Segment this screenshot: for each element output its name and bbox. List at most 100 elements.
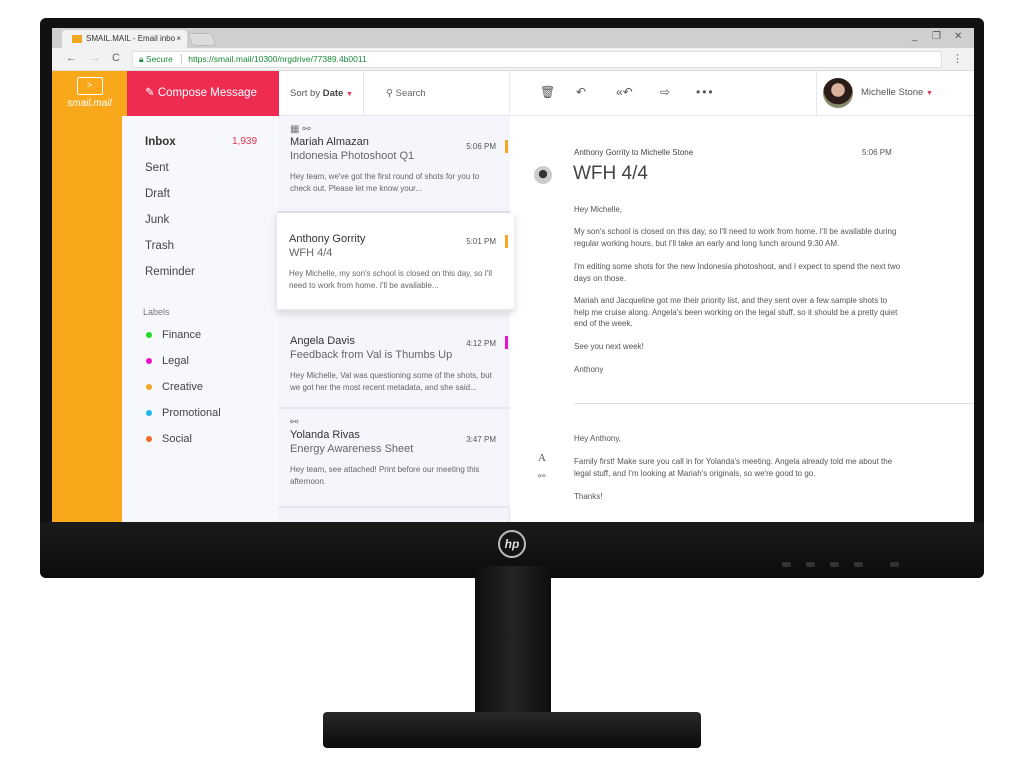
hp-logo: hp — [498, 530, 526, 558]
mail-app: > smail.mail ✎ Compose Message Inbox 1,9… — [52, 71, 974, 522]
folder-sent[interactable]: Sent — [145, 162, 169, 174]
mail-item[interactable]: ▦ ⚯ Mariah Almazan 5:06 PM Indonesia Pho… — [278, 116, 510, 213]
mail-preview: Hey team, we've got the first round of s… — [290, 172, 480, 193]
browser-tab[interactable]: SMAIL.MAIL - Email inbo × — [62, 30, 187, 48]
mail-time: 5:06 PM — [466, 142, 496, 151]
secure-label: Secure — [145, 54, 173, 64]
folder-reminder[interactable]: Reminder — [145, 266, 195, 278]
folder-inbox[interactable]: Inbox — [145, 136, 176, 148]
message-meta: Anthony Gorrity to Michelle Stone — [574, 148, 694, 157]
labels-heading: Labels — [143, 307, 170, 317]
divider — [574, 403, 974, 404]
body-paragraph: My son's school is closed on this day, s… — [574, 227, 897, 248]
app-logo[interactable]: > smail.mail — [52, 77, 127, 109]
back-icon[interactable]: ← — [66, 52, 77, 64]
tab-title: SMAIL.MAIL - Email inbo — [86, 34, 176, 43]
calendar-link-icons: ▦ ⚯ — [290, 124, 311, 135]
body-paragraph: Anthony — [574, 365, 604, 374]
label-finance[interactable]: Finance — [146, 329, 201, 341]
chevron-down-icon: ▼ — [925, 90, 933, 97]
mail-subject: Energy Awareness Sheet — [290, 443, 414, 455]
forward-icon[interactable]: ⇨ — [660, 85, 670, 99]
avatar — [823, 78, 853, 108]
folder-nav: Inbox 1,939 Sent Draft Junk Trash Remind… — [122, 116, 278, 522]
sort-value: Date — [322, 88, 344, 99]
body-paragraph: Hey Michelle, — [574, 205, 623, 214]
mail-item[interactable]: ⚯ Yolanda Rivas 3:47 PM Energy Awareness… — [278, 409, 510, 508]
mail-time: 4:12 PM — [466, 339, 496, 348]
reply-paragraph[interactable]: Hey Anthony, — [574, 433, 904, 445]
forward-icon[interactable]: → — [90, 52, 101, 64]
folder-junk[interactable]: Junk — [145, 214, 169, 226]
label-legal[interactable]: Legal — [146, 355, 189, 367]
link-icon: ⚯ — [290, 417, 299, 428]
tab-close-icon[interactable]: × — [176, 30, 181, 48]
reply-paragraph[interactable]: Family first! Make sure you call in for … — [574, 456, 904, 479]
user-name: Michelle Stone — [861, 87, 924, 98]
reload-icon[interactable]: C — [112, 52, 120, 64]
user-menu[interactable]: Michelle Stone ▼ — [816, 71, 974, 116]
label-text: Promotional — [162, 407, 221, 419]
browser-menu-icon[interactable]: ⋮ — [952, 52, 963, 65]
compose-button[interactable]: ✎ Compose Message — [127, 71, 279, 116]
close-icon[interactable]: ✕ — [954, 31, 962, 42]
mail-subject: Feedback from Val is Thumbs Up — [290, 349, 453, 361]
mail-subject: Indonesia Photoshoot Q1 — [290, 150, 415, 162]
text-format-icon[interactable]: A — [538, 452, 546, 464]
label-bar — [505, 140, 508, 153]
list-header: Sort by Date ▼ ⚲ Search — [279, 71, 510, 116]
address-bar-row: ← → C 🔒︎ Secure https://smail.mail/10300… — [52, 48, 974, 71]
mail-time: 5:01 PM — [466, 237, 496, 246]
monitor-button — [830, 562, 839, 567]
compose-icon: ✎ — [145, 87, 158, 99]
restore-icon[interactable]: ❐ — [932, 31, 941, 42]
url-input[interactable]: 🔒︎ Secure https://smail.mail/10300/nrgdr… — [132, 51, 942, 68]
message-subject: WFH 4/4 — [573, 163, 648, 184]
tab-bar: SMAIL.MAIL - Email inbo × _ ❐ ✕ — [52, 28, 974, 48]
mail-item-selected[interactable]: Anthony Gorrity 5:01 PM WFH 4/4 Hey Mich… — [277, 213, 514, 311]
reply-icon[interactable]: ↶ — [576, 85, 586, 99]
brand-sidebar — [52, 71, 127, 522]
chevron-down-icon: ▼ — [345, 91, 353, 98]
folder-draft[interactable]: Draft — [145, 188, 170, 200]
mail-preview: Hey Michelle, my son's school is closed … — [289, 269, 492, 290]
reply-all-icon[interactable]: «↶ — [616, 85, 633, 99]
label-creative[interactable]: Creative — [146, 381, 203, 393]
attach-link-icon[interactable]: ⚯ — [538, 471, 546, 482]
body-paragraph: See you next week! — [574, 342, 644, 351]
reply-paragraph[interactable]: Thanks! — [574, 491, 904, 503]
body-paragraph: I'm editing some shots for the new Indon… — [574, 262, 901, 283]
mail-subject: WFH 4/4 — [289, 247, 333, 259]
label-dot — [146, 358, 152, 365]
minimize-icon[interactable]: _ — [912, 31, 918, 42]
mail-item[interactable]: Angela Davis 4:12 PM Feedback from Val i… — [278, 311, 510, 409]
user-name-wrap: Michelle Stone ▼ — [861, 71, 933, 115]
envelope-icon: > — [76, 77, 103, 95]
sort-dropdown[interactable]: Sort by Date ▼ — [290, 71, 353, 117]
label-bar — [505, 235, 508, 248]
inbox-count: 1,939 — [232, 136, 258, 147]
compose-label: Compose Message — [157, 87, 257, 99]
label-dot — [146, 384, 152, 391]
sort-prefix: Sort by — [290, 88, 321, 99]
mail-time: 3:47 PM — [466, 435, 496, 444]
body-paragraph: Mariah and Jacqueline got me their prior… — [574, 296, 898, 328]
search-placeholder: Search — [395, 88, 426, 99]
power-button — [890, 562, 899, 567]
folder-trash[interactable]: Trash — [145, 240, 174, 252]
mail-list: ▦ ⚯ Mariah Almazan 5:06 PM Indonesia Pho… — [277, 116, 514, 522]
monitor-button — [854, 562, 863, 567]
label-text: Legal — [162, 355, 189, 367]
favicon-icon — [72, 35, 82, 43]
search-input[interactable]: ⚲ Search — [363, 71, 510, 116]
label-promotional[interactable]: Promotional — [146, 407, 221, 419]
trash-icon[interactable]: 🗑︎ — [540, 85, 555, 99]
new-tab-button[interactable] — [187, 33, 217, 46]
mail-preview: Hey team, see attached! Print before our… — [290, 465, 480, 486]
more-icon[interactable]: ••• — [696, 85, 715, 99]
label-social[interactable]: Social — [146, 433, 192, 445]
label-text: Creative — [162, 381, 203, 393]
label-dot — [146, 332, 152, 339]
reading-pane: Anthony Gorrity to Michelle Stone 5:06 P… — [510, 116, 974, 522]
sender-avatar — [534, 166, 552, 184]
